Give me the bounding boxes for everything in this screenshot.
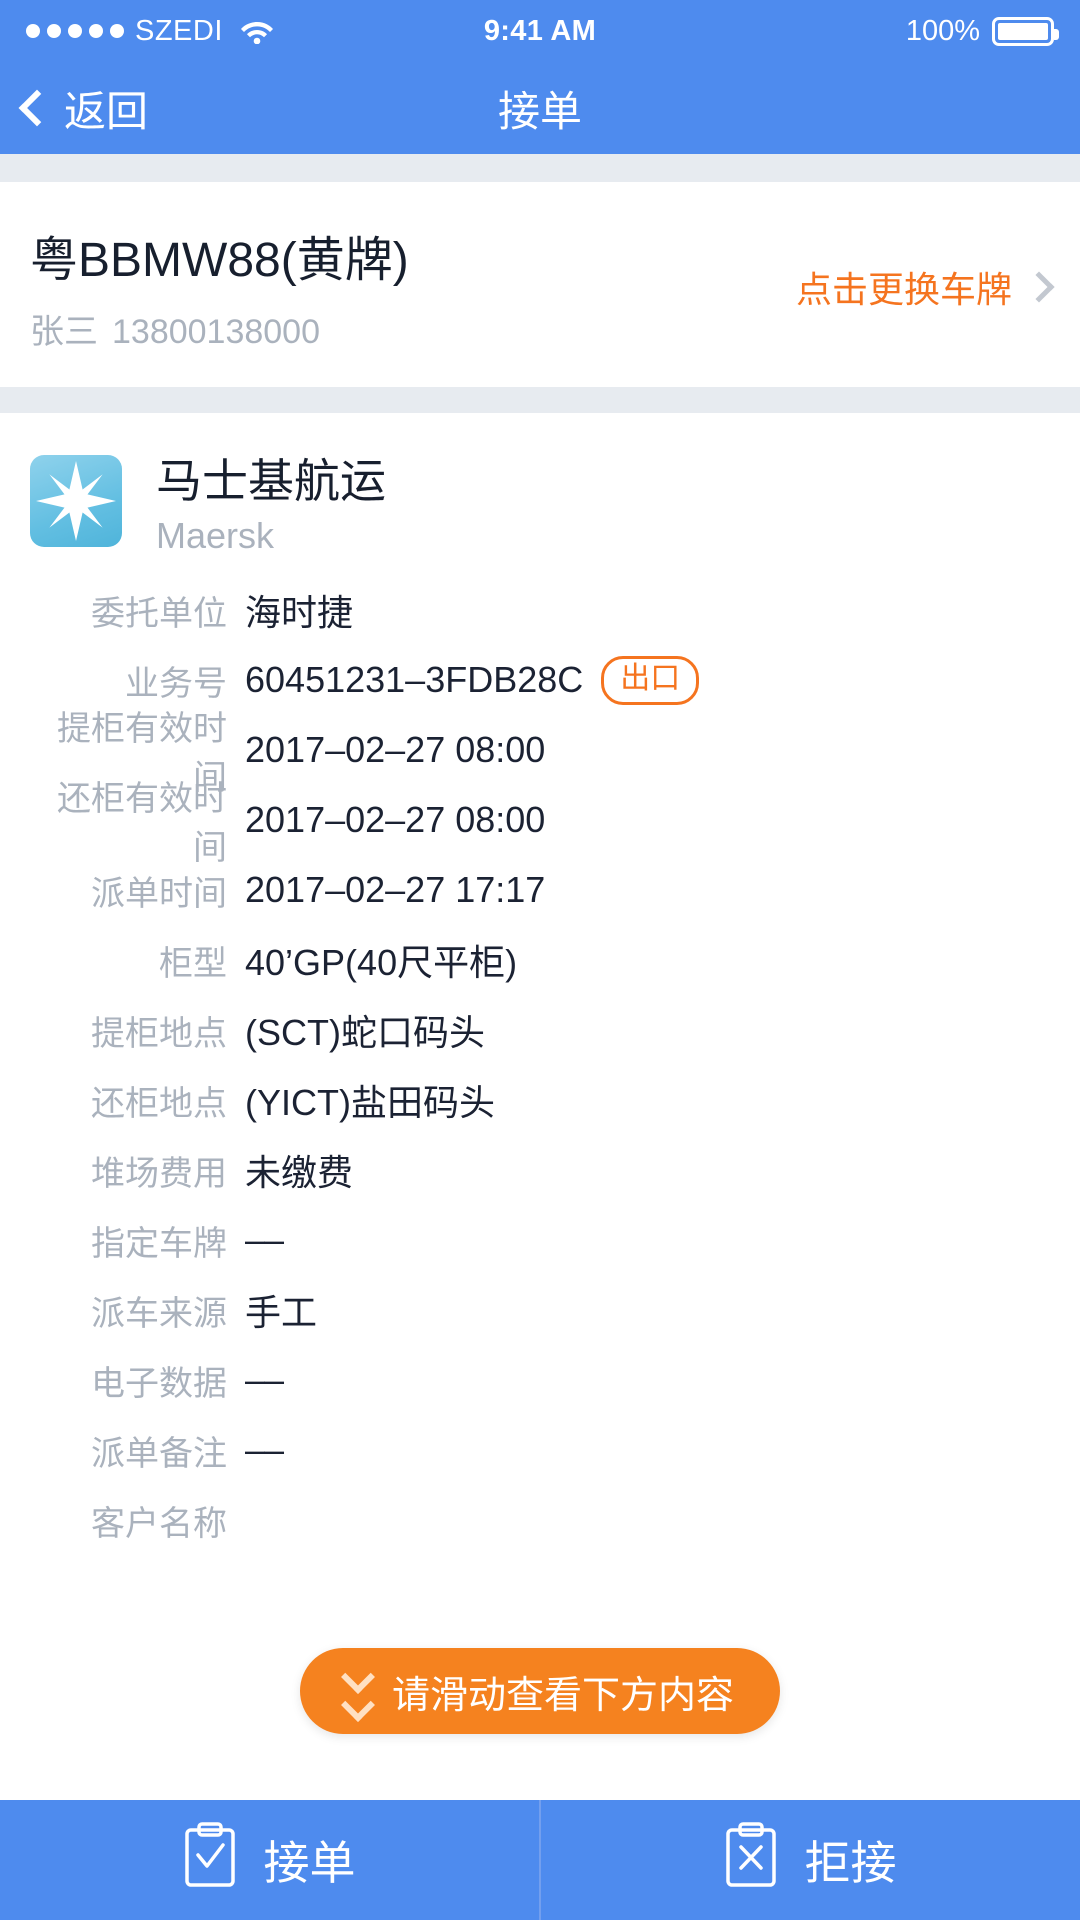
- detail-row-dispatch-source: 派车来源 手工: [0, 1275, 1080, 1345]
- detail-label: 还柜有效时间: [57, 780, 227, 867]
- page-title: 接单: [497, 87, 582, 135]
- detail-value: 手工: [245, 1292, 318, 1333]
- section-separator-mid: [0, 387, 1080, 413]
- scroll-hint-label: 请滑动查看下方内容: [391, 1674, 735, 1717]
- detail-label: 指定车牌: [91, 1224, 227, 1263]
- chevron-right-icon: [1023, 270, 1055, 303]
- detail-row-dispatch-time: 派单时间 2017–02–27 17:17: [0, 855, 1080, 925]
- status-badge: 出口: [601, 655, 700, 705]
- app-screen: SZEDI 9:41 AM 100% 返回 接单 粤BBMW88(黄牌) 张三 …: [0, 0, 1080, 1920]
- double-chevron-down-icon: [341, 1660, 375, 1722]
- detail-label: 委托单位: [91, 594, 227, 633]
- detail-value: ––: [245, 1359, 284, 1400]
- change-plate-label: 点击更换车牌: [795, 268, 1012, 310]
- change-plate-button[interactable]: 点击更换车牌: [795, 261, 1055, 313]
- accept-order-label: 接单: [263, 1837, 356, 1889]
- detail-value: ––: [245, 1219, 284, 1260]
- back-button-label: 返回: [64, 87, 149, 135]
- detail-row-yard-fee: 堆场费用 未缴费: [0, 1135, 1080, 1205]
- detail-value: 未缴费: [245, 1152, 354, 1193]
- detail-row-customer-name: 客户名称: [0, 1485, 1080, 1555]
- detail-row-designated-plate: 指定车牌 ––: [0, 1205, 1080, 1275]
- status-bar: SZEDI 9:41 AM 100%: [0, 0, 1080, 62]
- plate-number: 粤BBMW88(黄牌): [30, 234, 409, 287]
- clipboard-x-icon: [725, 1821, 777, 1899]
- carrier-name-en: Maersk: [156, 515, 275, 556]
- detail-value: 2017–02–27 08:00: [245, 799, 546, 840]
- battery-full-icon: [992, 16, 1059, 46]
- maersk-star-logo: [30, 455, 122, 547]
- clipboard-check-icon: [184, 1821, 236, 1899]
- vehicle-info: 粤BBMW88(黄牌) 张三 13800138000: [30, 220, 409, 353]
- detail-value: ––: [245, 1429, 284, 1470]
- driver-name: 张三: [30, 313, 98, 351]
- detail-row-dispatch-remark: 派单备注 ––: [0, 1415, 1080, 1485]
- reject-order-label: 拒接: [804, 1837, 897, 1889]
- section-separator-top: [0, 154, 1080, 182]
- detail-label: 堆场费用: [91, 1154, 227, 1193]
- detail-value: (YICT)盐田码头: [245, 1082, 495, 1123]
- detail-label: 派单备注: [91, 1434, 227, 1473]
- detail-label: 派车来源: [91, 1294, 227, 1333]
- reject-order-button[interactable]: 拒接: [539, 1800, 1080, 1920]
- detail-value: 2017–02–27 17:17: [245, 869, 546, 910]
- carrier-names: 马士基航运 Maersk: [156, 445, 386, 557]
- detail-row-return-valid-time: 还柜有效时间 2017–02–27 08:00: [0, 780, 1080, 867]
- detail-value: (SCT)蛇口码头: [245, 1012, 485, 1053]
- carrier-name-cn: 马士基航运: [156, 455, 386, 507]
- detail-label: 派单时间: [91, 874, 227, 913]
- detail-value: 2017–02–27 08:00: [245, 729, 546, 770]
- nav-bar: 返回 接单: [0, 62, 1080, 154]
- detail-value: 60451231–3FDB28C: [245, 659, 584, 700]
- back-button[interactable]: 返回: [18, 78, 149, 139]
- status-bar-right: 100%: [905, 14, 1059, 48]
- detail-label: 客户名称: [91, 1504, 227, 1543]
- detail-value: 40’GP(40尺平柜): [245, 942, 518, 983]
- driver-phone: 13800138000: [112, 313, 321, 351]
- detail-label: 提柜地点: [91, 1014, 227, 1053]
- bottom-action-bar: 接单 拒接: [0, 1800, 1080, 1920]
- detail-label: 电子数据: [91, 1364, 227, 1403]
- order-detail-list: 委托单位 海时捷 业务号 60451231–3FDB28C 出口 提柜有效时间 …: [0, 567, 1080, 1555]
- order-detail-scroll[interactable]: 马士基航运 Maersk 委托单位 海时捷 业务号 60451231–3FDB2…: [0, 413, 1080, 1555]
- detail-label: 柜型: [159, 944, 227, 983]
- driver-info: 张三 13800138000: [30, 304, 409, 353]
- vehicle-plate-card[interactable]: 粤BBMW88(黄牌) 张三 13800138000 点击更换车牌: [0, 182, 1080, 387]
- detail-row-electronic-data: 电子数据 ––: [0, 1345, 1080, 1415]
- detail-row-pickup-location: 提柜地点 (SCT)蛇口码头: [0, 995, 1080, 1065]
- detail-value: 海时捷: [245, 592, 354, 633]
- carrier-header: 马士基航运 Maersk: [0, 413, 1080, 567]
- detail-value-group: 60451231–3FDB28C 出口: [245, 655, 700, 705]
- detail-label: 业务号: [125, 664, 227, 703]
- detail-row-return-location: 还柜地点 (YICT)盐田码头: [0, 1065, 1080, 1135]
- accept-order-button[interactable]: 接单: [0, 1800, 539, 1920]
- battery-percent: 100%: [905, 14, 980, 47]
- chevron-left-icon: [18, 89, 56, 127]
- scroll-hint-button[interactable]: 请滑动查看下方内容: [299, 1648, 781, 1734]
- detail-row-consignor: 委托单位 海时捷: [0, 575, 1080, 645]
- detail-label: 还柜地点: [91, 1084, 227, 1123]
- detail-row-container-type: 柜型 40’GP(40尺平柜): [0, 925, 1080, 995]
